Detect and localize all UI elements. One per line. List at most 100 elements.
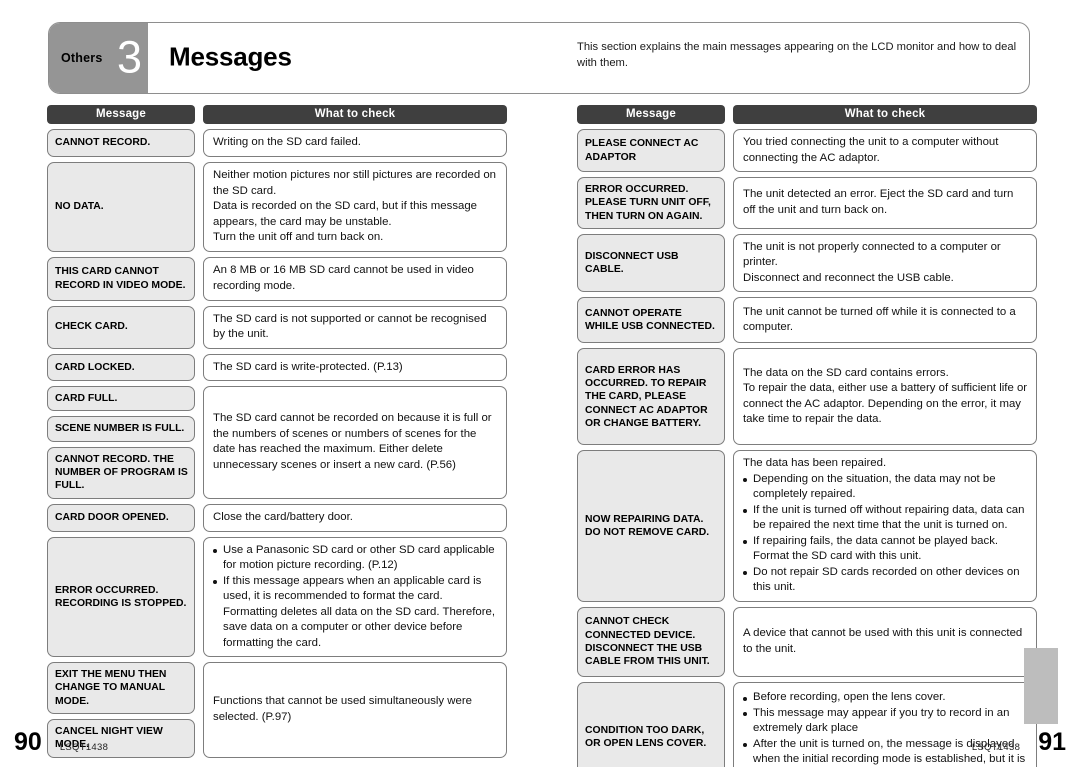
messages-table-right: Message What to check PLEASE CONNECT AC … <box>577 105 1037 767</box>
page-number-left: 90 <box>14 728 42 756</box>
what-to-check-cell: The data on the SD card contains errors.… <box>733 348 1037 446</box>
table-row: CARD ERROR HAS OCCURRED. TO REPAIR THE C… <box>577 348 1037 446</box>
column-header-what-to-check: What to check <box>733 105 1037 124</box>
table-row: CARD DOOR OPENED. Close the card/battery … <box>47 503 507 532</box>
check-text-line: Disconnect and reconnect the USB cable. <box>743 271 954 284</box>
check-text-line: You tried connecting the unit to a compu… <box>743 136 999 164</box>
what-to-check-cell: You tried connecting the unit to a compu… <box>733 129 1037 172</box>
what-to-check-cell: A device that cannot be used with this u… <box>733 606 1037 677</box>
column-header-message: Message <box>47 105 195 124</box>
message-cell: CARD FULL. <box>47 386 195 412</box>
document-code-right: LSQT1438 <box>971 742 1021 753</box>
message-cell: ERROR OCCURRED. RECORDING IS STOPPED. <box>47 536 195 658</box>
list-item: If this message appears when an applicab… <box>213 574 498 652</box>
footer-left: 90 LSQT1438 <box>14 730 108 755</box>
check-text-line: The data has been repaired. <box>743 457 887 470</box>
check-text-line: The unit detected an error. Eject the SD… <box>743 188 1014 216</box>
manual-page: Others 3 Messages This section explains … <box>0 0 1080 767</box>
message-cell: DISCONNECT USB CABLE. <box>577 233 725 293</box>
what-to-check-cell: Close the card/battery door. <box>203 503 507 532</box>
message-cell-group: CONDITION TOO DARK, OR OPEN LENS COVER. <box>577 681 725 767</box>
message-cell-group: ERROR OCCURRED. RECORDING IS STOPPED. <box>47 536 195 658</box>
message-cell: CANNOT RECORD. THE NUMBER OF PROGRAM IS … <box>47 446 195 499</box>
messages-table-left: Message What to check CANNOT RECORD. Writ… <box>47 105 507 763</box>
message-cell: CONDITION TOO DARK, OR OPEN LENS COVER. <box>577 681 725 767</box>
message-cell: CANNOT OPERATE WHILE USB CONNECTED. <box>577 297 725 344</box>
table-row: NO DATA. Neither motion pictures nor stil… <box>47 162 507 252</box>
table-row: DISCONNECT USB CABLE. The unit is not pro… <box>577 233 1037 293</box>
message-cell-group: CARD DOOR OPENED. <box>47 503 195 532</box>
table-row: CANNOT OPERATE WHILE USB CONNECTED. The u… <box>577 297 1037 344</box>
check-text-line: Writing on the SD card failed. <box>213 136 361 149</box>
what-to-check-cell: The SD card is write-protected. (P.13) <box>203 353 507 381</box>
message-cell-group: NO DATA. <box>47 162 195 252</box>
check-text-line: Turn the unit off and turn back on. <box>213 231 384 243</box>
check-text-line: The data on the SD card contains errors. <box>743 366 949 379</box>
table-row: EXIT THE MENU THEN CHANGE TO MANUAL MODE… <box>47 662 507 758</box>
message-cell: NOW REPAIRING DATA. DO NOT REMOVE CARD. <box>577 450 725 602</box>
check-text-line: Neither motion pictures nor still pictur… <box>213 169 496 197</box>
check-text-line: The SD card is write-protected. (P.13) <box>213 360 403 373</box>
what-to-check-cell: An 8 MB or 16 MB SD card cannot be used … <box>203 256 507 301</box>
what-to-check-cell: The SD card cannot be recorded on becaus… <box>203 386 507 499</box>
page-edge-thumb-tab <box>1024 648 1058 724</box>
table-row: PLEASE CONNECT AC ADAPTOR You tried conne… <box>577 129 1037 172</box>
what-to-check-cell: The unit cannot be turned off while it i… <box>733 297 1037 344</box>
message-cell: ERROR OCCURRED. PLEASE TURN UNIT OFF, TH… <box>577 177 725 229</box>
check-text-line: Functions that cannot be used simultaneo… <box>213 695 472 723</box>
check-bullet-list: Before recording, open the lens cover. Th… <box>743 690 1028 767</box>
what-to-check-cell: The data has been repaired. Depending on … <box>733 450 1037 602</box>
check-text-line: The SD card is not supported or cannot b… <box>213 312 487 341</box>
message-cell-group: CHECK CARD. <box>47 305 195 349</box>
table-header-row-right: Message What to check <box>577 105 1037 124</box>
list-item: Use a Panasonic SD card or other SD card… <box>213 543 498 574</box>
what-to-check-cell: Neither motion pictures nor still pictur… <box>203 162 507 252</box>
what-to-check-cell: The unit is not properly connected to a … <box>733 233 1037 293</box>
list-item: Do not repair SD cards recorded on other… <box>743 565 1028 596</box>
table-row: CANNOT CHECK CONNECTED DEVICE. DISCONNEC… <box>577 606 1037 677</box>
list-item: Before recording, open the lens cover. <box>743 690 1028 706</box>
check-text-line: The SD card cannot be recorded on becaus… <box>213 412 492 471</box>
column-header-what-to-check: What to check <box>203 105 507 124</box>
message-cell: PLEASE CONNECT AC ADAPTOR <box>577 129 725 172</box>
message-cell: CHECK CARD. <box>47 305 195 349</box>
check-bullet-list: Use a Panasonic SD card or other SD card… <box>213 543 498 652</box>
message-cell: NO DATA. <box>47 162 195 252</box>
what-to-check-cell: Use a Panasonic SD card or other SD card… <box>203 536 507 658</box>
check-text-line: To repair the data, either use a battery… <box>743 382 1028 426</box>
table-row: CARD LOCKED. The SD card is write-protect… <box>47 353 507 381</box>
table-row: CHECK CARD. The SD card is not supported … <box>47 305 507 349</box>
message-cell-group: CANNOT RECORD. <box>47 129 195 157</box>
check-text-line: The unit is not properly connected to a … <box>743 240 1001 269</box>
table-row: ERROR OCCURRED. PLEASE TURN UNIT OFF, TH… <box>577 177 1037 229</box>
check-text-line: Close the card/battery door. <box>213 510 353 523</box>
table-row: CONDITION TOO DARK, OR OPEN LENS COVER. B… <box>577 681 1037 767</box>
check-text-line: A device that cannot be used with this u… <box>743 627 1023 655</box>
message-cell: CANNOT CHECK CONNECTED DEVICE. DISCONNEC… <box>577 606 725 677</box>
table-row: THIS CARD CANNOT RECORD IN VIDEO MODE. An… <box>47 256 507 301</box>
message-cell-group: PLEASE CONNECT AC ADAPTOR <box>577 129 725 172</box>
chapter-tab: Others 3 <box>49 23 148 93</box>
check-text-line: An 8 MB or 16 MB SD card cannot be used … <box>213 264 474 292</box>
message-cell-group: CARD ERROR HAS OCCURRED. TO REPAIR THE C… <box>577 348 725 446</box>
list-item: Depending on the situation, the data may… <box>743 472 1028 503</box>
column-header-message: Message <box>577 105 725 124</box>
list-item: If the unit is turned off without repair… <box>743 503 1028 534</box>
message-cell: SCENE NUMBER IS FULL. <box>47 416 195 442</box>
message-cell-group: CARD FULL. SCENE NUMBER IS FULL. CANNOT RE… <box>47 386 195 499</box>
check-text-line: Data is recorded on the SD card, but if … <box>213 200 478 228</box>
message-cell: THIS CARD CANNOT RECORD IN VIDEO MODE. <box>47 256 195 301</box>
table-header-row-left: Message What to check <box>47 105 507 124</box>
message-cell: EXIT THE MENU THEN CHANGE TO MANUAL MODE… <box>47 662 195 714</box>
message-cell-group: NOW REPAIRING DATA. DO NOT REMOVE CARD. <box>577 450 725 602</box>
chapter-header-band: Others 3 Messages This section explains … <box>48 22 1030 94</box>
table-row: ERROR OCCURRED. RECORDING IS STOPPED. Use… <box>47 536 507 658</box>
document-code-left: LSQT1438 <box>59 742 109 753</box>
chapter-label: Others <box>61 51 103 65</box>
message-cell-group: CANNOT CHECK CONNECTED DEVICE. DISCONNEC… <box>577 606 725 677</box>
page-number-right: 91 <box>1038 728 1066 756</box>
message-cell: CARD ERROR HAS OCCURRED. TO REPAIR THE C… <box>577 348 725 446</box>
what-to-check-cell: The SD card is not supported or cannot b… <box>203 305 507 349</box>
message-cell-group: CANNOT OPERATE WHILE USB CONNECTED. <box>577 297 725 344</box>
message-cell-group: THIS CARD CANNOT RECORD IN VIDEO MODE. <box>47 256 195 301</box>
